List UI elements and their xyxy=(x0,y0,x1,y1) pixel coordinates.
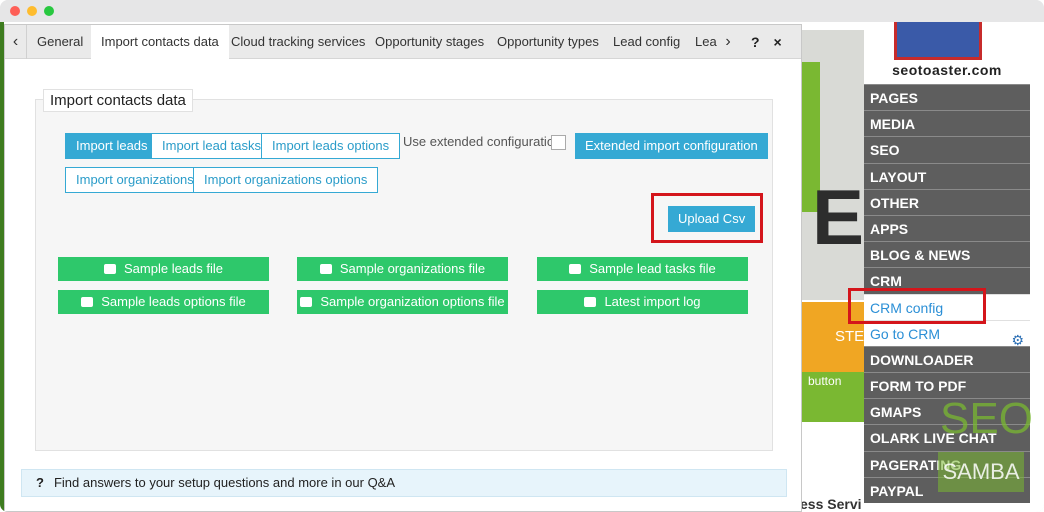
maximize-window-button[interactable] xyxy=(44,6,54,16)
seo-watermark: SEO xyxy=(940,394,1033,443)
tab-lead-config[interactable]: Lead config xyxy=(603,25,690,59)
download-icon xyxy=(104,264,116,274)
sample-leads-options-file-label: Sample leads options file xyxy=(101,294,246,309)
tab-import-contacts-data[interactable]: Import contacts data xyxy=(91,25,229,60)
extended-config-checkbox[interactable] xyxy=(551,135,566,150)
sample-organizations-file-label: Sample organizations file xyxy=(339,261,486,276)
latest-import-log-button[interactable]: Latest import log xyxy=(537,290,748,314)
menu-item-apps[interactable]: APPS xyxy=(864,214,1030,242)
download-icon xyxy=(319,264,332,274)
menu-item-downloader[interactable]: DOWNLOADER xyxy=(864,345,1030,373)
minimize-window-button[interactable] xyxy=(27,6,37,16)
import-leads-tab[interactable]: Import leads xyxy=(65,133,159,159)
sample-organization-options-file-label: Sample organization options file xyxy=(320,294,505,309)
menu-item-layout[interactable]: LAYOUT xyxy=(864,162,1030,189)
sample-lead-tasks-file-label: Sample lead tasks file xyxy=(589,261,716,276)
crm-config-highlight xyxy=(848,288,986,324)
download-icon xyxy=(584,297,597,307)
dialog-tools: ? × xyxy=(751,25,792,59)
logo-text: seotoaster.com xyxy=(892,62,1002,78)
site-logo[interactable]: seotoaster.com xyxy=(864,22,1030,84)
menu-item-seo[interactable]: SEO xyxy=(864,136,1030,163)
tab-truncated[interactable]: Lea xyxy=(685,25,717,59)
tab-scroll-right-icon[interactable]: › xyxy=(717,25,739,59)
download-icon xyxy=(569,264,582,274)
latest-import-log-label: Latest import log xyxy=(604,294,701,309)
sample-leads-file-button[interactable]: Sample leads file xyxy=(58,257,269,281)
sample-leads-file-label: Sample leads file xyxy=(124,261,223,276)
sample-organization-options-file-button[interactable]: Sample organization options file xyxy=(297,290,508,314)
browser-window: E STE button ess Servi seotoaster.com PA… xyxy=(0,0,1044,512)
orange-banner-text: STE xyxy=(835,328,865,345)
tab-cloud-tracking-services[interactable]: Cloud tracking services xyxy=(221,25,375,59)
download-icon xyxy=(81,297,94,307)
import-lead-tasks-tab[interactable]: Import lead tasks xyxy=(151,133,272,159)
download-icon xyxy=(300,297,313,307)
tab-scroll-left-icon[interactable]: ‹ xyxy=(5,25,27,59)
hero-letter: E xyxy=(812,173,865,261)
menu-item-other[interactable]: OTHER xyxy=(864,188,1030,215)
help-icon[interactable]: ? xyxy=(751,34,760,50)
sample-lead-tasks-file-button[interactable]: Sample lead tasks file xyxy=(537,257,748,281)
crm-config-dialog: ‹ General Import contacts data Cloud tra… xyxy=(4,24,802,512)
upload-csv-highlight xyxy=(651,193,763,243)
tab-bar: ‹ General Import contacts data Cloud tra… xyxy=(5,25,801,60)
help-bar[interactable]: ? Find answers to your setup questions an… xyxy=(21,469,787,497)
tab-general[interactable]: General xyxy=(27,25,93,59)
samba-watermark: SAMBA xyxy=(938,452,1024,492)
sample-organizations-file-button[interactable]: Sample organizations file xyxy=(297,257,508,281)
menu-item-pages[interactable]: PAGES xyxy=(864,84,1030,111)
tab-opportunity-stages[interactable]: Opportunity stages xyxy=(365,25,494,59)
toaster-logo-icon xyxy=(894,22,982,60)
help-bar-text: Find answers to your setup questions and… xyxy=(53,475,396,490)
green-banner-text: button xyxy=(808,374,842,388)
site-bottom-text: ess Servi xyxy=(800,496,862,512)
panel-title: Import contacts data xyxy=(43,89,193,112)
extended-config-label: Use extended configuration: xyxy=(403,134,565,149)
menu-item-go-to-crm-label: Go to CRM xyxy=(870,325,941,342)
help-question-icon: ? xyxy=(36,475,44,490)
title-bar xyxy=(0,0,1044,22)
tab-opportunity-types[interactable]: Opportunity types xyxy=(487,25,609,59)
import-leads-options-tab[interactable]: Import leads options xyxy=(261,133,401,159)
extended-import-config-button[interactable]: Extended import configuration xyxy=(575,133,768,159)
close-window-button[interactable] xyxy=(10,6,20,16)
close-icon[interactable]: × xyxy=(773,34,781,50)
import-organizations-options-tab[interactable]: Import organizations options xyxy=(193,167,379,193)
import-organizations-tab[interactable]: Import organizations xyxy=(65,167,205,193)
menu-item-media[interactable]: MEDIA xyxy=(864,110,1030,137)
menu-item-blog-news[interactable]: BLOG & NEWS xyxy=(864,241,1030,268)
sample-leads-options-file-button[interactable]: Sample leads options file xyxy=(58,290,269,314)
